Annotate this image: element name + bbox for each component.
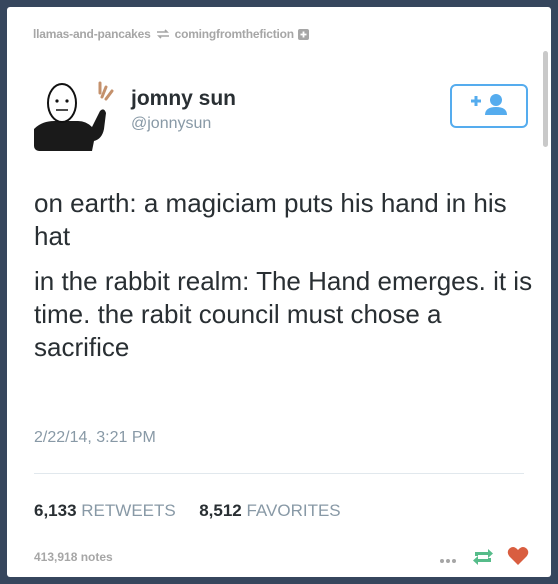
reblog-header: llamas-and-pancakes comingfromthefiction <box>33 24 309 44</box>
divider <box>34 473 524 474</box>
reblog-to-user[interactable]: comingfromthefiction <box>175 27 295 41</box>
reblog-from-user[interactable]: llamas-and-pancakes <box>33 27 151 41</box>
tweet-paragraph: on earth: a magiciam puts his hand in hi… <box>34 188 507 251</box>
reblog-icon <box>156 28 170 40</box>
heart-icon <box>507 547 529 565</box>
like-button[interactable] <box>507 546 529 571</box>
follow-button[interactable] <box>450 84 528 128</box>
retweets-label: RETWEETS <box>81 501 176 520</box>
post-footer: 413,918 notes <box>7 540 551 577</box>
favorites-label: FAVORITES <box>246 501 341 520</box>
follow-user-icon <box>469 92 509 121</box>
tweet-text: on earth: a magiciam puts his hand in hi… <box>34 187 534 376</box>
avatar[interactable] <box>34 69 116 151</box>
tweet-paragraph: in the rabbit realm: The Hand emerges. i… <box>34 266 533 362</box>
more-dots-icon[interactable] <box>439 551 457 569</box>
reblog-button[interactable] <box>472 548 494 571</box>
notes-count[interactable]: 413,918 notes <box>34 550 113 564</box>
tweet-author-handle[interactable]: @jonnysun <box>131 115 211 133</box>
tweet-timestamp[interactable]: 2/22/14, 3:21 PM <box>34 429 156 447</box>
reblog-icon <box>473 549 493 565</box>
retweets-count: 6,133 <box>34 501 77 520</box>
plus-square-icon[interactable] <box>297 28 309 40</box>
scrollbar[interactable] <box>543 51 548 147</box>
tweet-stats: 6,133 RETWEETS 8,512 FAVORITES <box>34 501 341 521</box>
favorites-count: 8,512 <box>199 501 242 520</box>
tumblr-post: llamas-and-pancakes comingfromthefiction… <box>7 7 551 577</box>
tweet-author-name[interactable]: jomny sun <box>131 87 236 111</box>
